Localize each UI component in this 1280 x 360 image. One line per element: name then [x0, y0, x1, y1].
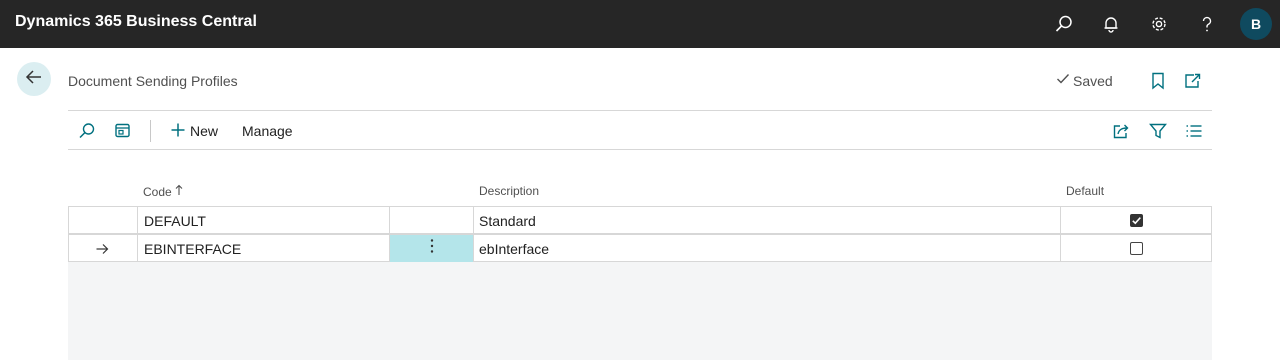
- list-grid: DEFAULT Standard EBINTERFACE ebInterface: [68, 206, 1212, 360]
- back-button[interactable]: [17, 62, 51, 96]
- cell-divider: [473, 207, 474, 234]
- table-row[interactable]: EBINTERFACE ebInterface: [68, 234, 1212, 262]
- cell-divider: [137, 235, 138, 262]
- page-title: Document Sending Profiles: [68, 73, 238, 89]
- cell-divider: [473, 235, 474, 262]
- action-separator: [150, 120, 151, 142]
- saved-status: Saved: [1056, 72, 1113, 89]
- row-description[interactable]: Standard: [479, 207, 536, 234]
- column-header-default[interactable]: Default: [1066, 184, 1104, 198]
- filter-icon[interactable]: [1147, 120, 1169, 142]
- new-button[interactable]: New: [170, 120, 218, 142]
- help-icon[interactable]: [1195, 12, 1219, 36]
- gear-icon[interactable]: [1147, 12, 1171, 36]
- sort-ascending-icon: [174, 184, 184, 199]
- plus-icon: [170, 122, 186, 141]
- row-selection-arrow-icon: [95, 235, 109, 262]
- row-code[interactable]: DEFAULT: [144, 207, 206, 234]
- share-icon[interactable]: [1110, 120, 1132, 142]
- avatar[interactable]: B: [1240, 8, 1272, 40]
- arrow-left-icon: [25, 68, 43, 91]
- open-in-new-window-icon[interactable]: [1182, 70, 1204, 92]
- row-actions-menu[interactable]: [390, 235, 474, 262]
- saved-label: Saved: [1073, 72, 1113, 89]
- cell-divider: [389, 207, 390, 234]
- top-bar: Dynamics 365 Business Central B: [0, 0, 1280, 48]
- manage-button[interactable]: Manage: [242, 123, 293, 139]
- bell-icon[interactable]: [1099, 12, 1123, 36]
- default-checkbox[interactable]: [1130, 214, 1143, 227]
- new-button-label: New: [190, 123, 219, 139]
- table-row[interactable]: DEFAULT Standard: [68, 206, 1212, 234]
- checkmark-icon: [1056, 72, 1070, 89]
- column-header-description[interactable]: Description: [479, 184, 539, 198]
- column-header-code-label: Code: [143, 184, 172, 199]
- cell-divider: [389, 235, 390, 262]
- app-title[interactable]: Dynamics 365 Business Central: [15, 13, 257, 31]
- search-icon[interactable]: [76, 120, 98, 142]
- list-view-icon[interactable]: [1183, 120, 1205, 142]
- row-description[interactable]: ebInterface: [479, 235, 549, 262]
- action-bar: New Manage: [68, 110, 1212, 150]
- search-icon[interactable]: [1052, 12, 1076, 36]
- cell-divider: [1060, 207, 1061, 234]
- bookmark-icon[interactable]: [1147, 70, 1169, 92]
- edit-list-icon[interactable]: [112, 120, 134, 142]
- cell-divider: [1060, 235, 1061, 262]
- default-checkbox[interactable]: [1130, 242, 1143, 255]
- column-header-code[interactable]: Code: [143, 184, 184, 199]
- more-vertical-icon: [430, 238, 434, 259]
- row-code[interactable]: EBINTERFACE: [144, 235, 241, 262]
- cell-divider: [137, 207, 138, 234]
